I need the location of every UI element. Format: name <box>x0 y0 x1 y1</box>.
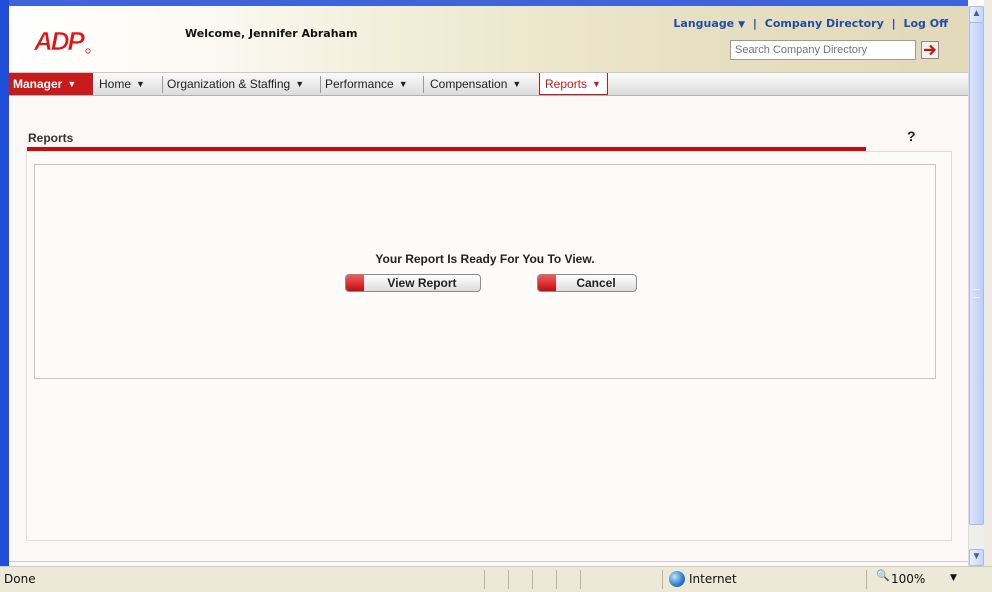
chevron-down-icon: ▼ <box>136 79 145 89</box>
view-report-button[interactable]: View Report <box>345 274 481 292</box>
logoff-link[interactable]: Log Off <box>903 17 948 30</box>
zoom-level[interactable]: 100% <box>891 572 925 586</box>
help-icon[interactable]: ? <box>907 128 916 144</box>
chevron-down-icon: ▼ <box>971 551 982 562</box>
zoom-icon: 🔍 <box>876 569 890 582</box>
arrow-right-icon <box>924 44 937 56</box>
status-divider <box>532 570 533 589</box>
status-text: Done <box>4 572 36 586</box>
chevron-down-icon: ▼ <box>295 79 305 89</box>
main-menu-bar: Manager ▼ Home ▼ Organization & Staffing ▼ … <box>9 72 968 96</box>
chevron-down-icon: ▼ <box>592 79 601 89</box>
menu-manager[interactable]: Manager ▼ <box>9 73 93 95</box>
status-bar: Done Internet 🔍 100% ▼ <box>0 566 992 592</box>
menu-divider <box>320 76 321 93</box>
button-cap-icon <box>346 275 364 291</box>
chevron-down-icon: ▼ <box>398 79 408 89</box>
chevron-down-icon: ▼ <box>67 79 77 89</box>
search-go-button[interactable] <box>921 41 939 59</box>
chevron-down-icon: ▼ <box>512 79 522 89</box>
link-separator: | <box>752 17 757 30</box>
welcome-text: Welcome, Jennifer Abraham <box>185 27 358 40</box>
page-title: Reports <box>28 131 74 145</box>
link-separator: | <box>891 17 896 30</box>
adp-logo: ADP <box>33 26 91 54</box>
status-divider <box>508 570 509 589</box>
page-content: ADP Welcome, Jennifer Abraham Language ▼ … <box>9 6 968 566</box>
language-label: Language <box>673 17 735 30</box>
status-divider <box>580 570 581 589</box>
menu-performance[interactable]: Performance ▼ <box>325 75 408 93</box>
scroll-up-button[interactable]: ▲ <box>969 6 984 23</box>
menu-organization-staffing[interactable]: Organization & Staffing ▼ <box>167 75 304 93</box>
menu-home[interactable]: Home ▼ <box>99 75 145 93</box>
top-links: Language ▼ | Company Directory | Log Off <box>673 17 948 30</box>
status-divider <box>484 570 485 589</box>
menu-compensation[interactable]: Compensation ▼ <box>430 75 521 93</box>
grip-icon <box>974 289 980 298</box>
menu-reports[interactable]: Reports ▼ <box>539 73 608 95</box>
scrollbar-thumb[interactable] <box>969 22 984 525</box>
vertical-scrollbar[interactable]: ▲ ▼ <box>968 6 984 566</box>
svg-text:ADP: ADP <box>33 26 86 54</box>
button-cap-icon <box>538 275 556 291</box>
chevron-down-icon[interactable]: ▼ <box>950 573 957 583</box>
status-divider <box>556 570 557 589</box>
menu-divider <box>423 76 424 93</box>
menu-divider <box>162 76 163 93</box>
cancel-label: Cancel <box>576 276 616 290</box>
content-bottom-divider <box>9 561 968 562</box>
window-frame-right <box>984 0 992 566</box>
company-directory-link[interactable]: Company Directory <box>765 17 884 30</box>
status-divider <box>662 570 663 589</box>
language-menu[interactable]: Language ▼ <box>673 17 745 30</box>
scroll-down-button[interactable]: ▼ <box>969 549 984 566</box>
report-ready-panel: Your Report Is Ready For You To View. Vi… <box>34 164 936 379</box>
globe-icon <box>669 571 685 587</box>
chevron-down-icon: ▼ <box>738 20 746 30</box>
report-ready-message: Your Report Is Ready For You To View. <box>375 252 595 266</box>
cancel-button[interactable]: Cancel <box>537 274 637 292</box>
chevron-up-icon: ▲ <box>971 8 982 19</box>
view-report-label: View Report <box>387 276 457 290</box>
window-frame-left <box>0 0 9 566</box>
header: ADP Welcome, Jennifer Abraham Language ▼ … <box>9 6 968 72</box>
status-divider <box>866 570 867 589</box>
company-directory-search-input[interactable] <box>730 40 916 60</box>
security-zone: Internet <box>689 572 737 586</box>
